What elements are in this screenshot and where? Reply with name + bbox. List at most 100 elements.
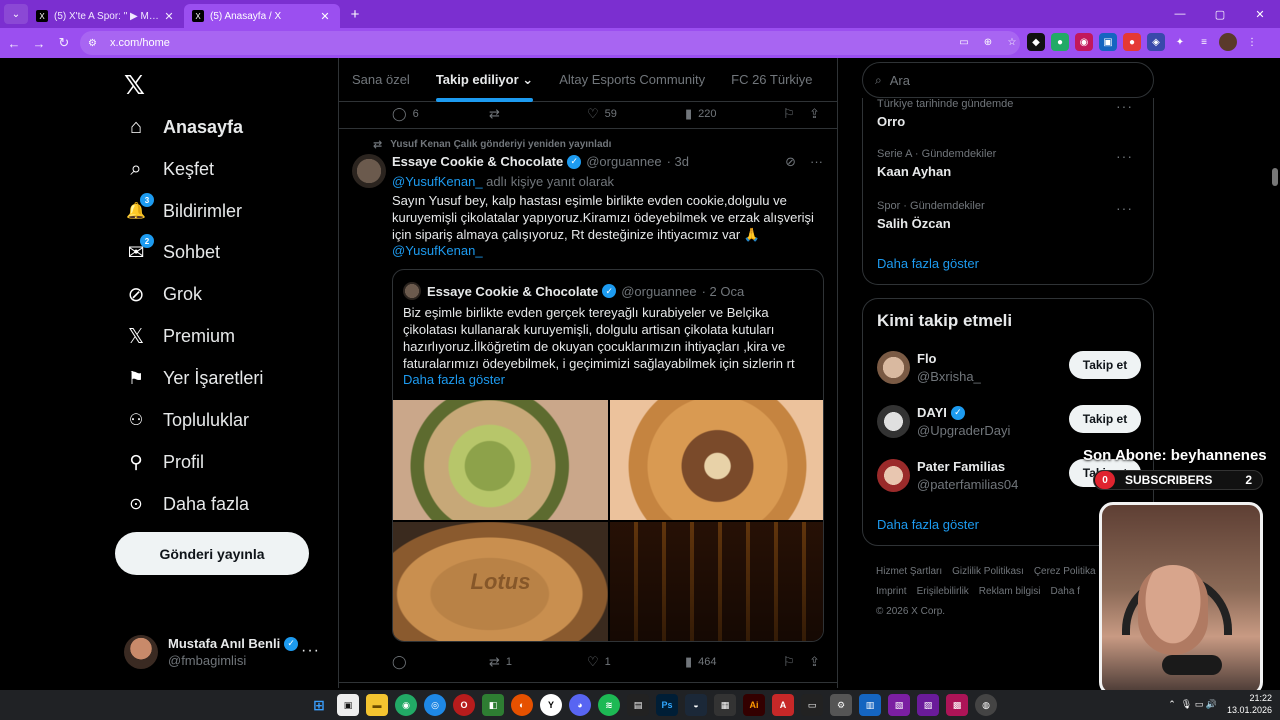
star-icon[interactable]: ☆ [1003, 33, 1021, 51]
app-icon[interactable]: ▤ [627, 694, 649, 716]
extensions-puzzle-icon[interactable]: ✦ [1171, 33, 1189, 51]
mention-link[interactable]: @YusufKenan_ [392, 243, 483, 258]
tab-fc26-turkiye[interactable]: FC 26 Türkiye [731, 58, 812, 102]
author-name[interactable]: Essaye Cookie & Chocolate [392, 154, 563, 169]
microphone-icon[interactable]: 🎙 [1181, 699, 1192, 710]
follow-button[interactable]: Takip et [1069, 351, 1141, 379]
avatar[interactable] [352, 154, 386, 188]
more-options-icon[interactable]: ··· [1116, 148, 1133, 164]
photo-pistachio-cookie[interactable] [393, 400, 608, 520]
grok-icon[interactable]: ⊘ [785, 154, 796, 170]
reload-icon[interactable]: ↻ [53, 32, 75, 54]
chrome-icon[interactable]: ◉ [395, 694, 417, 716]
extension-icon[interactable]: ◉ [1075, 33, 1093, 51]
follow-suggestion[interactable]: DAYI ✓ @UpgraderDayi Takip et [877, 403, 1141, 443]
like-button[interactable]: ♡ 59 [587, 106, 617, 122]
follow-suggestion[interactable]: Flo @Bxrisha_ Takip et [877, 349, 1141, 389]
file-explorer-icon[interactable]: ▬ [366, 694, 388, 716]
browser-tab-1[interactable]: X (5) X'te A Spor: " ▶ MAURO ICA ✕ [28, 4, 184, 28]
sidebar-item-communities[interactable]: ⚇ Topluluklar [124, 402, 249, 438]
app-icon[interactable]: ▦ [714, 694, 736, 716]
more-options-icon[interactable]: ··· [301, 642, 320, 660]
discord-icon[interactable]: ◕ [569, 694, 591, 716]
footer-link[interactable]: Çerez Politika [1034, 566, 1096, 577]
task-view-icon[interactable]: ▣ [337, 694, 359, 716]
app-icon[interactable]: ▥ [859, 694, 881, 716]
volume-icon[interactable]: 🔊 [1206, 699, 1217, 710]
new-tab-button[interactable]: + [344, 3, 366, 25]
sidebar-item-bookmarks[interactable]: ⚑ Yer İşaretleri [124, 360, 263, 396]
trend-item[interactable]: Serie A · Gündemdekiler Kaan Ayhan ··· [877, 148, 1141, 179]
search-input[interactable]: ⌕ Ara [862, 62, 1154, 98]
app-icon[interactable]: ◧ [482, 694, 504, 716]
more-options-icon[interactable]: ··· [1116, 200, 1133, 216]
close-window-button[interactable]: ✕ [1240, 0, 1280, 28]
minimize-button[interactable]: — [1160, 0, 1200, 28]
zoom-icon[interactable]: ⊕ [979, 33, 997, 51]
sidebar-item-explore[interactable]: ⌕ Keşfet [124, 151, 214, 187]
chevron-up-icon[interactable]: ⌃ [1168, 699, 1176, 710]
views-button[interactable]: ▮ 464 [685, 654, 717, 670]
spotify-icon[interactable]: ≋ [598, 694, 620, 716]
sidebar-item-premium[interactable]: 𝕏 Premium [124, 318, 235, 354]
network-icon[interactable]: ▭ [1195, 699, 1204, 710]
show-more-link[interactable]: Daha fazla göster [403, 372, 505, 387]
tab-altay-esports[interactable]: Altay Esports Community [559, 58, 705, 102]
repost-button[interactable]: ⇄ [489, 106, 506, 122]
footer-link[interactable]: Gizlilik Politikası [952, 566, 1024, 577]
illustrator-icon[interactable]: Ai [743, 694, 765, 716]
photo-chocolate-box[interactable] [610, 522, 823, 641]
quoted-post[interactable]: Essaye Cookie & Chocolate ✓ @orguannee ·… [392, 269, 824, 642]
like-button[interactable]: ♡ 1 [587, 654, 611, 670]
steam-icon[interactable]: ◒ [685, 694, 707, 716]
browser-tab-2[interactable]: X (5) Anasayfa / X ✕ [184, 4, 340, 28]
settings-icon[interactable]: ⚙ [830, 694, 852, 716]
profile-avatar-icon[interactable] [1219, 33, 1237, 51]
sidebar-item-home[interactable]: ⌂ Anasayfa [124, 109, 243, 145]
app-icon[interactable]: ▧ [888, 694, 910, 716]
sidebar-item-messages[interactable]: ✉ 2 Sohbet [124, 234, 220, 270]
forward-icon[interactable]: → [28, 32, 50, 54]
photo-lotus-cookie[interactable]: Lotus [393, 522, 608, 641]
tab-for-you[interactable]: Sana özel [352, 58, 410, 102]
app-icon[interactable]: ▩ [946, 694, 968, 716]
extension-icon[interactable]: ◈ [1147, 33, 1165, 51]
footer-link[interactable]: Hizmet Şartları [876, 566, 942, 577]
opera-icon[interactable]: O [453, 694, 475, 716]
trend-item[interactable]: Türkiye tarihinde gündemde Orro ··· [877, 98, 1141, 129]
footer-link[interactable]: Reklam bilgisi [979, 586, 1041, 597]
author-handle[interactable]: @orguannee [586, 154, 661, 169]
extension-icon[interactable]: ▣ [1099, 33, 1117, 51]
tab-search-button[interactable]: ⌄ [4, 4, 28, 24]
app-icon[interactable]: ▨ [917, 694, 939, 716]
clock[interactable]: 21:22 13.01.2026 [1227, 692, 1272, 716]
share-button[interactable]: ⇪ [809, 654, 826, 670]
extension-icon[interactable]: ● [1051, 33, 1069, 51]
more-options-icon[interactable]: ··· [1116, 98, 1133, 114]
bookmark-button[interactable]: ⚐ [783, 654, 801, 670]
post-time[interactable]: · 3d [667, 154, 689, 169]
site-info-icon[interactable]: ⚙ [88, 38, 102, 49]
sidebar-item-more[interactable]: ⊙ Daha fazla [124, 486, 249, 522]
repost-button[interactable]: ⇄ 1 [489, 654, 512, 670]
share-button[interactable]: ⇪ [809, 106, 826, 122]
footer-link[interactable]: Daha f [1050, 586, 1079, 597]
sidebar-item-profile[interactable]: ⚲ Profil [124, 444, 204, 480]
extension-icon[interactable]: ◆ [1027, 33, 1045, 51]
bookmark-button[interactable]: ⚐ [783, 106, 801, 122]
views-button[interactable]: ▮ 220 [685, 106, 717, 122]
photoshop-icon[interactable]: Ps [656, 694, 678, 716]
post-button[interactable]: Gönderi yayınla [115, 532, 309, 575]
trend-item[interactable]: Spor · Gündemdekiler Salih Özcan ··· [877, 200, 1141, 231]
app-icon[interactable]: Y [540, 694, 562, 716]
account-switcher[interactable]: Mustafa Anıl Benli ✓ @fmbagimlisi ··· [124, 630, 324, 674]
footer-link[interactable]: Erişilebilirlik [917, 586, 969, 597]
address-bar[interactable]: ⚙ x.com/home [80, 31, 1020, 55]
tab-following[interactable]: Takip ediliyor ⌄ [435, 58, 534, 102]
scrollbar-thumb[interactable] [1272, 168, 1278, 186]
sidebar-item-notifications[interactable]: 🔔 3 Bildirimler [124, 193, 242, 229]
page-scrollbar[interactable] [1270, 58, 1280, 690]
acrobat-icon[interactable]: A [772, 694, 794, 716]
firefox-icon[interactable]: ◐ [511, 694, 533, 716]
x-logo-icon[interactable]: 𝕏 [124, 70, 145, 101]
